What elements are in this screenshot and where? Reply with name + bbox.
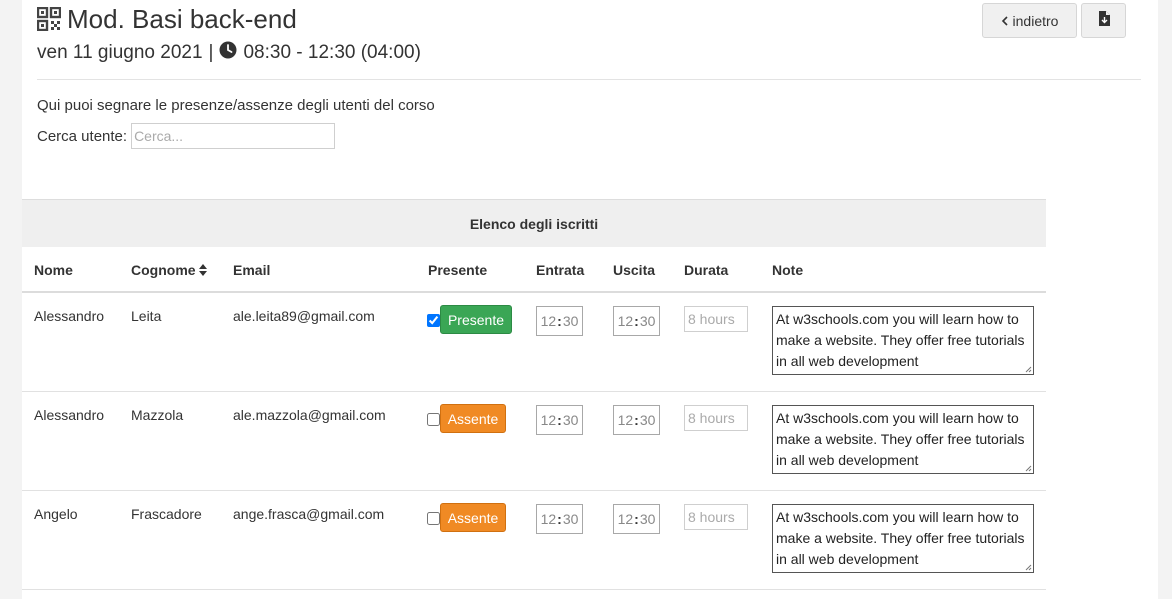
uscita-minutes: 30 (639, 313, 656, 329)
session-info: ven 11 giugno 2021 | 08:30 - 12:30 (04:0… (37, 41, 421, 65)
entrata-minutes: 30 (562, 412, 579, 428)
uscita-minutes: 30 (639, 511, 656, 527)
note-textarea[interactable]: At w3schools.com you will learn how to m… (772, 405, 1034, 474)
header-email: Email (233, 262, 271, 278)
session-time: 08:30 - 12:30 (04:00) (243, 42, 421, 63)
download-button[interactable] (1081, 3, 1126, 38)
note-text: At w3schools.com you will learn how to m… (776, 509, 1025, 567)
uscita-time-input[interactable]: 12:30 (613, 405, 660, 435)
header-presente: Presente (428, 262, 488, 278)
cell-cognome: Mazzola (131, 407, 184, 423)
clock-icon (219, 41, 237, 65)
cell-nome: Alessandro (34, 308, 105, 324)
cell-nome: Angelo (34, 506, 78, 522)
status-button[interactable]: Assente (440, 404, 506, 433)
resize-grip-icon[interactable] (1025, 564, 1032, 571)
note-text: At w3schools.com you will learn how to m… (776, 410, 1025, 468)
sort-icon (198, 263, 207, 279)
page-title: Mod. Basi back-end (37, 4, 297, 34)
resize-grip-icon[interactable] (1025, 366, 1032, 373)
header-cognome[interactable]: Cognome (131, 262, 207, 279)
header-uscita: Uscita (613, 262, 656, 278)
file-download-icon (1098, 10, 1110, 31)
header-note: Note (772, 262, 804, 278)
table-header: Nome Cognome Email Presente Entrata Usci… (22, 247, 1046, 293)
chevron-left-icon (1001, 13, 1009, 29)
back-button-label: indietro (1012, 12, 1059, 29)
presence-checkbox[interactable] (427, 413, 440, 426)
entrata-time-input[interactable]: 12:30 (536, 504, 583, 534)
durata-input[interactable]: 8 hours (684, 504, 748, 530)
presence-checkbox[interactable] (427, 512, 440, 525)
cell-nome: Alessandro (34, 407, 105, 423)
header-divider (37, 79, 1141, 80)
table-row: Alessandro Mazzola ale.mazzola@gmail.com… (22, 392, 1046, 491)
cell-email: ange.frasca@gmail.com (233, 506, 385, 522)
table-caption: Elenco degli iscritti (22, 199, 1046, 247)
intro-text: Qui puoi segnare le presenze/assenze deg… (37, 97, 435, 114)
entrata-minutes: 30 (562, 313, 579, 329)
cell-cognome: Leita (131, 308, 162, 324)
table-row: Alessandro Leita ale.leita89@gmail.com P… (22, 293, 1046, 392)
note-textarea[interactable]: At w3schools.com you will learn how to m… (772, 504, 1034, 573)
uscita-hours: 12 (617, 313, 634, 329)
status-button[interactable]: Presente (440, 305, 512, 334)
durata-input[interactable]: 8 hours (684, 306, 748, 332)
search-row: Cerca utente: (37, 123, 336, 149)
search-label: Cerca utente: (37, 127, 128, 145)
uscita-hours: 12 (617, 511, 634, 527)
note-text: At w3schools.com you will learn how to m… (776, 311, 1025, 369)
cell-cognome: Frascadore (131, 506, 202, 522)
status-button[interactable]: Assente (440, 503, 506, 532)
page-title-text: Mod. Basi back-end (67, 3, 297, 34)
search-input[interactable] (131, 123, 336, 149)
session-date: ven 11 giugno 2021 (37, 42, 203, 63)
cell-email: ale.leita89@gmail.com (233, 308, 375, 324)
table-row: Angelo Frascadore ange.frasca@gmail.com … (22, 491, 1046, 590)
header-cognome-label: Cognome (131, 262, 196, 278)
presence-checkbox[interactable] (427, 314, 440, 327)
uscita-minutes: 30 (639, 412, 656, 428)
uscita-hours: 12 (617, 412, 634, 428)
uscita-time-input[interactable]: 12:30 (613, 306, 660, 336)
entrata-minutes: 30 (562, 511, 579, 527)
durata-input[interactable]: 8 hours (684, 405, 748, 431)
note-textarea[interactable]: At w3schools.com you will learn how to m… (772, 306, 1034, 375)
uscita-time-input[interactable]: 12:30 (613, 504, 660, 534)
resize-grip-icon[interactable] (1025, 465, 1032, 472)
back-button[interactable]: indietro (982, 3, 1077, 38)
header-durata: Durata (684, 262, 729, 278)
entrata-hours: 12 (540, 412, 557, 428)
qrcode-icon (37, 7, 61, 31)
header-entrata: Entrata (536, 262, 585, 278)
entrata-time-input[interactable]: 12:30 (536, 405, 583, 435)
entrata-time-input[interactable]: 12:30 (536, 306, 583, 336)
entrata-hours: 12 (540, 313, 557, 329)
cell-email: ale.mazzola@gmail.com (233, 407, 386, 423)
session-separator: | (208, 42, 214, 63)
entrata-hours: 12 (540, 511, 557, 527)
header-nome: Nome (34, 262, 73, 278)
